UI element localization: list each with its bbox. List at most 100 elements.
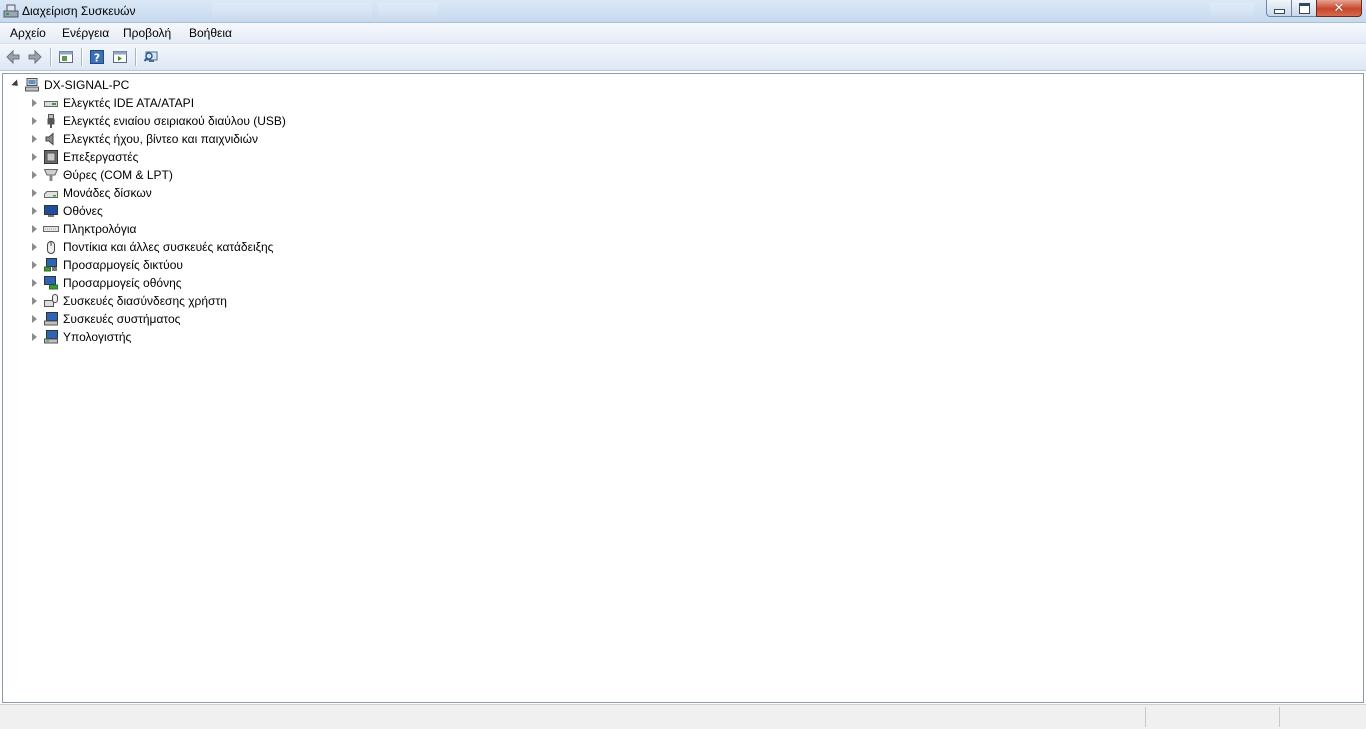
category-label: Θύρες (COM & LPT) bbox=[63, 168, 173, 182]
title-bar-reflection bbox=[1210, 3, 1254, 19]
category-hid[interactable]: Συσκευές διασύνδεσης χρήστη bbox=[30, 292, 227, 310]
expand-toggle[interactable] bbox=[30, 153, 39, 162]
category-usb[interactable]: Ελεγκτές ενιαίου σειριακού διαύλου (USB) bbox=[30, 112, 286, 130]
expand-toggle[interactable] bbox=[30, 315, 39, 324]
disk-drive-icon bbox=[44, 191, 58, 198]
category-label: Συσκευές διασύνδεσης χρήστη bbox=[63, 294, 227, 308]
collapsed-arrow-icon bbox=[32, 261, 37, 269]
expand-toggle[interactable] bbox=[30, 279, 39, 288]
status-bar bbox=[0, 704, 1366, 729]
scan-hardware-changes-button[interactable] bbox=[142, 48, 160, 66]
collapsed-arrow-icon bbox=[32, 225, 37, 233]
mouse-icon bbox=[47, 241, 55, 254]
device-tree[interactable]: DX-SIGNAL-PC Ελεγκτές IDE ATA/ATAPI Ελεγ… bbox=[2, 73, 1364, 703]
collapsed-arrow-icon bbox=[32, 279, 37, 287]
menu-help[interactable]: Βοήθεια bbox=[189, 26, 232, 40]
collapsed-arrow-icon bbox=[32, 207, 37, 215]
scan-hardware-icon bbox=[143, 51, 158, 62]
expand-toggle[interactable] bbox=[30, 117, 39, 126]
collapsed-arrow-icon bbox=[32, 99, 37, 107]
minimize-button[interactable] bbox=[1266, 0, 1292, 17]
status-bar-divider bbox=[1279, 707, 1280, 727]
category-label: Ελεγκτές IDE ATA/ATAPI bbox=[63, 96, 195, 110]
menu-view[interactable]: Προβολή bbox=[123, 26, 171, 40]
category-ide[interactable]: Ελεγκτές IDE ATA/ATAPI bbox=[30, 94, 194, 112]
category-label: Υπολογιστής bbox=[63, 330, 132, 344]
category-label: Προσαρμογείς δικτύου bbox=[63, 258, 183, 272]
expand-toggle[interactable] bbox=[30, 243, 39, 252]
window-title: Διαχείριση Συσκευών bbox=[22, 4, 136, 18]
toolbar-separator bbox=[135, 48, 137, 66]
show-hide-console-tree-button[interactable] bbox=[111, 48, 129, 66]
device-manager-icon bbox=[3, 4, 19, 18]
restore-button[interactable] bbox=[1291, 0, 1317, 17]
menu-bar: Αρχείο Ενέργεια Προβολή Βοήθεια bbox=[0, 23, 1366, 44]
expand-toggle[interactable] bbox=[30, 207, 39, 216]
collapse-toggle[interactable] bbox=[10, 78, 21, 90]
category-label: Ελεγκτές ενιαίου σειριακού διαύλου (USB) bbox=[63, 114, 286, 128]
category-network-adapters[interactable]: Προσαρμογείς δικτύου bbox=[30, 256, 183, 274]
restore-icon bbox=[1298, 2, 1310, 14]
category-mice[interactable]: Ποντίκια και άλλες συσκευές κατάδειξης bbox=[30, 238, 273, 256]
help-button[interactable]: ? bbox=[88, 48, 106, 66]
category-label: Επεξεργαστές bbox=[63, 150, 139, 164]
close-icon: ✕ bbox=[1333, 0, 1345, 16]
category-label: Μονάδες δίσκων bbox=[63, 186, 152, 200]
properties-button[interactable] bbox=[57, 48, 75, 66]
svg-text:?: ? bbox=[94, 52, 100, 65]
category-label: Πληκτρολόγια bbox=[63, 222, 137, 236]
collapsed-arrow-icon bbox=[32, 243, 37, 251]
ide-controller-icon bbox=[44, 101, 58, 107]
collapsed-arrow-icon bbox=[32, 333, 37, 341]
expand-toggle[interactable] bbox=[30, 333, 39, 342]
computer-icon bbox=[44, 330, 58, 344]
expand-toggle[interactable] bbox=[30, 261, 39, 270]
computer-icon bbox=[25, 78, 39, 92]
category-keyboards[interactable]: Πληκτρολόγια bbox=[30, 220, 136, 238]
category-sound[interactable]: Ελεγκτές ήχου, βίντεο και παιχνιδιών bbox=[30, 130, 258, 148]
cpu-icon bbox=[44, 150, 58, 164]
category-label: Ποντίκια και άλλες συσκευές κατάδειξης bbox=[63, 240, 274, 254]
properties-sheet-icon bbox=[59, 51, 73, 63]
tree-root-node[interactable]: DX-SIGNAL-PC bbox=[10, 76, 130, 94]
category-processors[interactable]: Επεξεργαστές bbox=[30, 148, 138, 166]
category-monitors[interactable]: Οθόνες bbox=[30, 202, 103, 220]
menu-action[interactable]: Ενέργεια bbox=[62, 26, 109, 40]
title-bar[interactable]: Διαχείριση Συσκευών ✕ bbox=[0, 0, 1366, 23]
category-computer[interactable]: Υπολογιστής bbox=[30, 328, 131, 346]
category-ports[interactable]: Θύρες (COM & LPT) bbox=[30, 166, 173, 184]
toolbar-separator bbox=[81, 48, 83, 66]
expand-toggle[interactable] bbox=[30, 171, 39, 180]
computer-name: DX-SIGNAL-PC bbox=[44, 78, 130, 92]
title-bar-reflection bbox=[378, 3, 438, 19]
category-system-devices[interactable]: Συσκευές συστήματος bbox=[30, 310, 180, 328]
menu-file[interactable]: Αρχείο bbox=[10, 26, 46, 40]
keyboard-icon bbox=[43, 226, 59, 232]
console-tree-icon bbox=[113, 51, 127, 63]
expand-toggle[interactable] bbox=[30, 225, 39, 234]
forward-button[interactable] bbox=[26, 48, 44, 66]
collapsed-arrow-icon bbox=[32, 171, 37, 179]
collapsed-arrow-icon bbox=[32, 297, 37, 305]
usb-icon bbox=[47, 114, 55, 128]
category-label: Ελεγκτές ήχου, βίντεο και παιχνιδιών bbox=[63, 132, 258, 146]
back-button[interactable] bbox=[4, 48, 22, 66]
collapsed-arrow-icon bbox=[32, 189, 37, 197]
expanded-arrow-icon bbox=[10, 78, 21, 89]
close-button[interactable]: ✕ bbox=[1316, 0, 1362, 17]
system-devices-icon bbox=[44, 312, 58, 326]
expand-toggle[interactable] bbox=[30, 297, 39, 306]
help-icon: ? bbox=[90, 50, 104, 65]
toolbar: ? bbox=[0, 44, 1366, 71]
category-display-adapters[interactable]: Προσαρμογείς οθόνης bbox=[30, 274, 182, 292]
collapsed-arrow-icon bbox=[32, 135, 37, 143]
toolbar-separator bbox=[50, 48, 52, 66]
expand-toggle[interactable] bbox=[30, 99, 39, 108]
expand-toggle[interactable] bbox=[30, 135, 39, 144]
title-bar-reflection bbox=[212, 3, 372, 19]
expand-toggle[interactable] bbox=[30, 189, 39, 198]
port-icon bbox=[43, 169, 59, 181]
forward-arrow-icon bbox=[28, 49, 42, 65]
speaker-icon bbox=[45, 132, 54, 146]
category-disk-drives[interactable]: Μονάδες δίσκων bbox=[30, 184, 152, 202]
